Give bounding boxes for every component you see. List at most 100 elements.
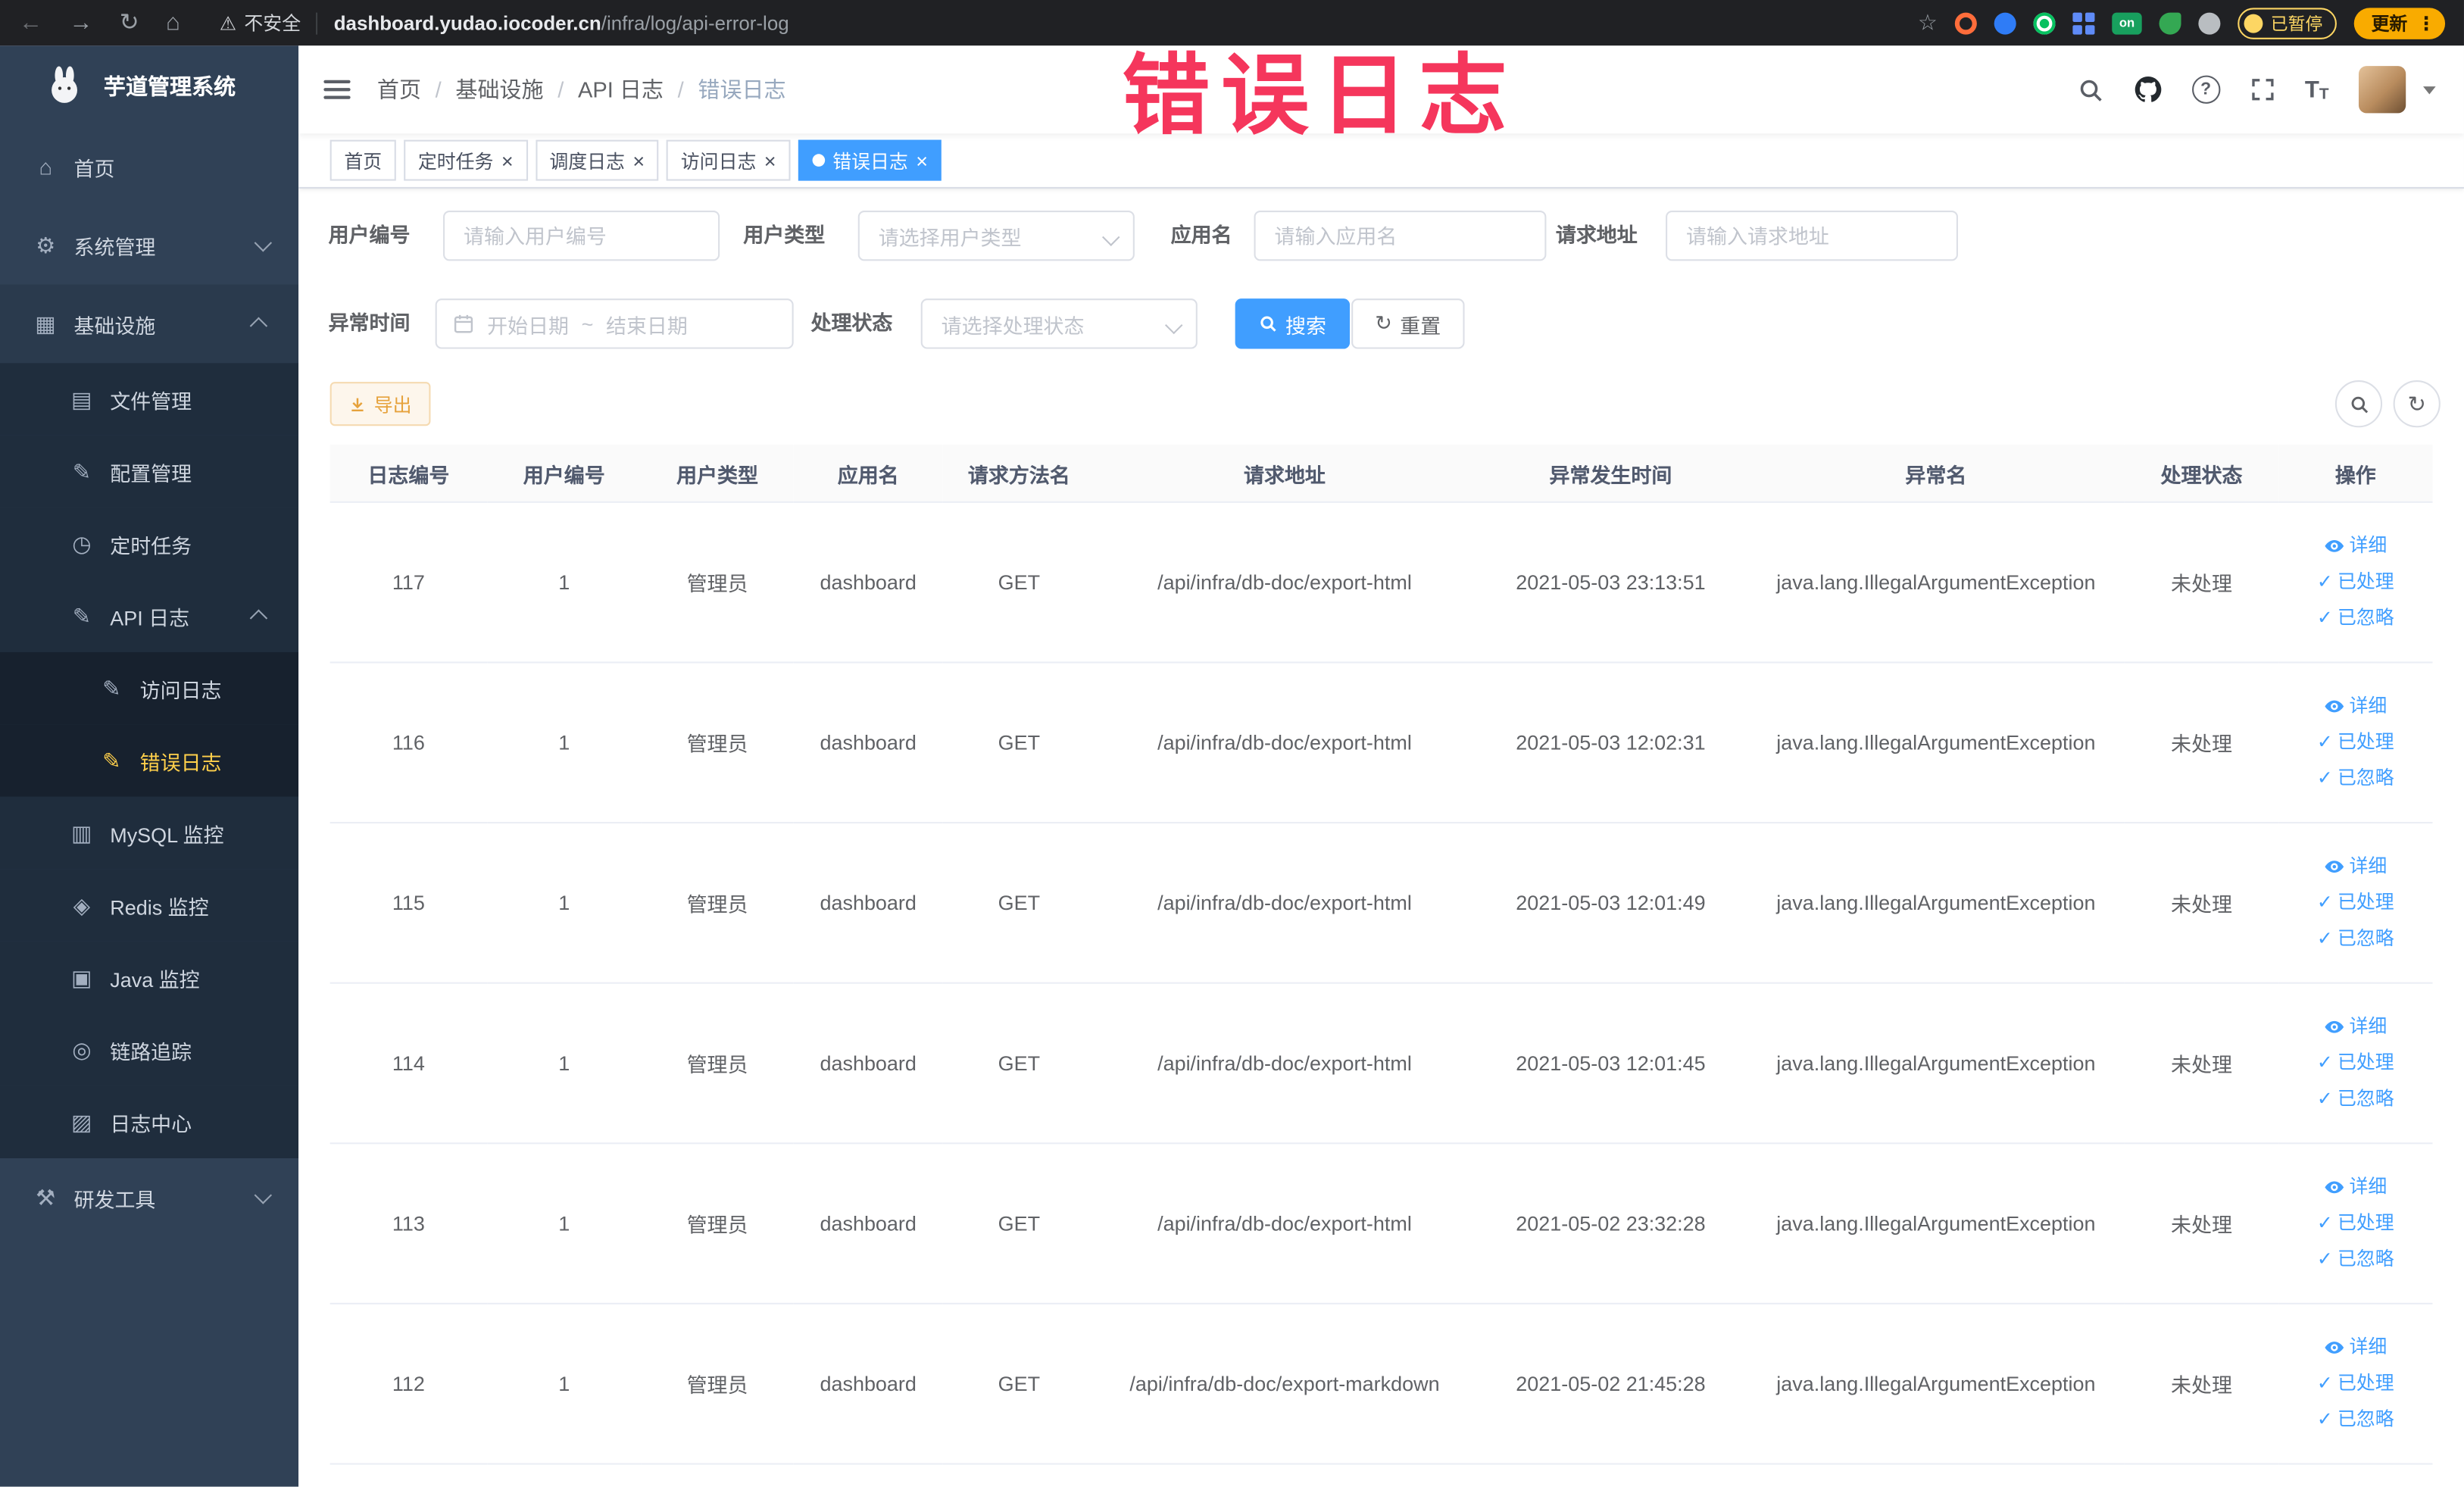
user-id-input[interactable] — [443, 210, 720, 261]
exception-time-label: 异常时间 — [328, 311, 411, 335]
exception-time-range-picker[interactable]: 开始日期 ~ 结束日期 — [435, 298, 794, 349]
chevron-down-icon — [1102, 228, 1120, 247]
breadcrumb-api-logs[interactable]: API 日志 — [578, 74, 664, 105]
eye-icon — [2325, 1342, 2344, 1354]
top-navbar: 首页 / 基础设施 / API 日志 / 错误日志 ? T T — [298, 45, 2464, 134]
mark-ignored-link[interactable]: ✓ 已忽略 — [2288, 600, 2423, 636]
mark-ignored-link[interactable]: ✓ 已忽略 — [2288, 921, 2423, 957]
detail-link[interactable]: 详细 — [2288, 1170, 2423, 1206]
breadcrumb-infrastructure[interactable]: 基础设施 — [455, 74, 543, 105]
sidebar-item-java-monitor[interactable]: ▣ Java 监控 — [0, 941, 299, 1014]
extension-icon-on-badge[interactable]: on — [2112, 11, 2142, 34]
check-icon: ✓ — [2316, 730, 2333, 753]
close-icon[interactable]: × — [501, 150, 514, 170]
browser-reload-icon[interactable]: ↻ — [120, 0, 139, 45]
redis-icon: ◈ — [73, 892, 91, 917]
mark-ignored-link[interactable]: ✓ 已忽略 — [2288, 1081, 2423, 1117]
app-name-input[interactable] — [1254, 210, 1547, 261]
browser-back-icon[interactable]: ← — [19, 0, 42, 45]
eye-icon — [2325, 1181, 2344, 1194]
breadcrumb-current: 错误日志 — [698, 77, 786, 102]
detail-link[interactable]: 详细 — [2288, 689, 2423, 725]
mark-processed-link[interactable]: ✓ 已处理 — [2288, 1366, 2423, 1402]
eye-icon — [2325, 861, 2344, 873]
chevron-down-icon — [1164, 316, 1183, 335]
help-icon[interactable]: ? — [2191, 75, 2220, 104]
tab-scheduled-tasks[interactable]: 定时任务 × — [404, 139, 528, 181]
eye-icon — [2325, 700, 2344, 713]
close-icon[interactable]: × — [632, 150, 645, 170]
app-logo-row[interactable]: 芋道管理系统 — [0, 45, 298, 127]
memory-saver-paused-badge[interactable]: 已暂停 — [2238, 7, 2337, 39]
detail-link[interactable]: 详细 — [2288, 1329, 2423, 1366]
extension-icon-grid[interactable] — [2072, 11, 2095, 34]
mark-processed-link[interactable]: ✓ 已处理 — [2288, 724, 2423, 761]
browser-update-button[interactable]: 更新 ⋮ — [2353, 7, 2446, 39]
close-icon[interactable]: × — [764, 150, 776, 170]
search-icon[interactable] — [2077, 77, 2103, 103]
sidebar-item-mysql-monitor[interactable]: ▥ MySQL 监控 — [0, 796, 299, 870]
mark-processed-link[interactable]: ✓ 已处理 — [2288, 564, 2423, 601]
extension-icon-blue[interactable] — [1994, 11, 2016, 34]
calendar-icon — [454, 314, 473, 333]
mark-ignored-link[interactable]: ✓ 已忽略 — [2288, 1402, 2423, 1439]
sidebar-item-api-logs[interactable]: ✎ API 日志 — [0, 579, 299, 652]
site-security-chip[interactable]: ⚠ 不安全 — [220, 9, 334, 36]
hamburger-menu-icon[interactable] — [323, 80, 351, 99]
sidebar-item-error-logs[interactable]: ✎ 错误日志 — [0, 724, 299, 797]
request-url-input[interactable] — [1666, 210, 1958, 261]
sidebar-item-link-tracing[interactable]: ◎ 链路追踪 — [0, 1014, 299, 1086]
process-status-select[interactable]: 请选择处理状态 — [920, 298, 1198, 349]
sidebar-item-scheduled-tasks[interactable]: ◷ 定时任务 — [0, 508, 299, 580]
mark-ignored-link[interactable]: ✓ 已忽略 — [2288, 761, 2423, 797]
extension-icon-paw[interactable] — [2198, 11, 2221, 34]
table-row: 115 1 管理员 dashboard GET /api/infra/db-do… — [329, 823, 2433, 984]
sidebar-item-dev-tools[interactable]: ⚒ 研发工具 — [0, 1158, 298, 1237]
reset-button[interactable]: ↻ 重置 — [1351, 298, 1465, 349]
refresh-table-button[interactable]: ↻ — [2393, 380, 2441, 428]
mark-processed-link[interactable]: ✓ 已处理 — [2288, 1205, 2423, 1242]
breadcrumb-home[interactable]: 首页 — [377, 74, 421, 105]
avatar[interactable] — [2358, 66, 2406, 114]
bookmark-star-icon[interactable]: ☆ — [1918, 9, 1938, 36]
timer-clock-icon: ◷ — [72, 530, 92, 556]
mark-processed-link[interactable]: ✓ 已处理 — [2288, 1045, 2423, 1082]
detail-link[interactable]: 详细 — [2288, 528, 2423, 564]
page-content: 用户编号 用户类型 请选择用户类型 应用名 请求地址 异常时间 开始日期 ~ 结… — [298, 186, 2464, 1487]
check-icon: ✓ — [2316, 1372, 2333, 1395]
detail-link[interactable]: 详细 — [2288, 848, 2423, 885]
sidebar-item-log-center[interactable]: ▨ 日志中心 — [0, 1086, 299, 1158]
extension-icon-orange-ring[interactable] — [1954, 11, 1977, 34]
font-size-icon[interactable]: TT — [2305, 77, 2329, 103]
tab-error-logs[interactable]: 错误日志 × — [798, 139, 942, 181]
close-icon[interactable]: × — [916, 150, 928, 170]
tab-home[interactable]: 首页 — [329, 139, 396, 181]
app-name-label: 应用名 — [1170, 223, 1232, 247]
extension-icon-leaf[interactable] — [2159, 11, 2181, 34]
user-type-select[interactable]: 请选择用户类型 — [857, 210, 1135, 261]
sidebar-item-redis-monitor[interactable]: ◈ Redis 监控 — [0, 869, 299, 942]
avatar-caret-icon[interactable] — [2423, 86, 2436, 94]
mark-ignored-link[interactable]: ✓ 已忽略 — [2288, 1242, 2423, 1278]
extension-icon-green[interactable] — [2033, 11, 2056, 34]
tab-access-logs[interactable]: 访问日志 × — [667, 139, 791, 181]
sidebar-item-access-logs[interactable]: ✎ 访问日志 — [0, 651, 299, 725]
sidebar-item-config-management[interactable]: ✎ 配置管理 — [0, 435, 299, 508]
address-bar[interactable]: dashboard.yudao.iocoder.cn/infra/log/api… — [334, 12, 789, 34]
toggle-search-button[interactable] — [2334, 380, 2383, 428]
sidebar-item-infrastructure[interactable]: ▦ 基础设施 — [0, 284, 299, 364]
browser-home-icon[interactable]: ⌂ — [166, 0, 180, 45]
sidebar-item-home[interactable]: ⌂ 首页 — [0, 127, 298, 206]
emoji-face-icon — [2244, 13, 2263, 33]
sidebar-item-system-management[interactable]: ⚙ 系统管理 — [0, 206, 298, 285]
github-icon[interactable] — [2134, 76, 2162, 104]
sidebar-item-file-management[interactable]: ▤ 文件管理 — [0, 363, 299, 436]
export-button[interactable]: 导出 — [329, 382, 431, 426]
fullscreen-icon[interactable] — [2250, 77, 2275, 102]
detail-link[interactable]: 详细 — [2288, 1009, 2423, 1045]
mysql-icon: ▥ — [71, 819, 92, 845]
search-button[interactable]: 搜索 — [1235, 298, 1351, 349]
mark-processed-link[interactable]: ✓ 已处理 — [2288, 885, 2423, 921]
tab-job-logs[interactable]: 调度日志 × — [535, 139, 659, 181]
browser-forward-icon[interactable]: → — [69, 0, 92, 45]
